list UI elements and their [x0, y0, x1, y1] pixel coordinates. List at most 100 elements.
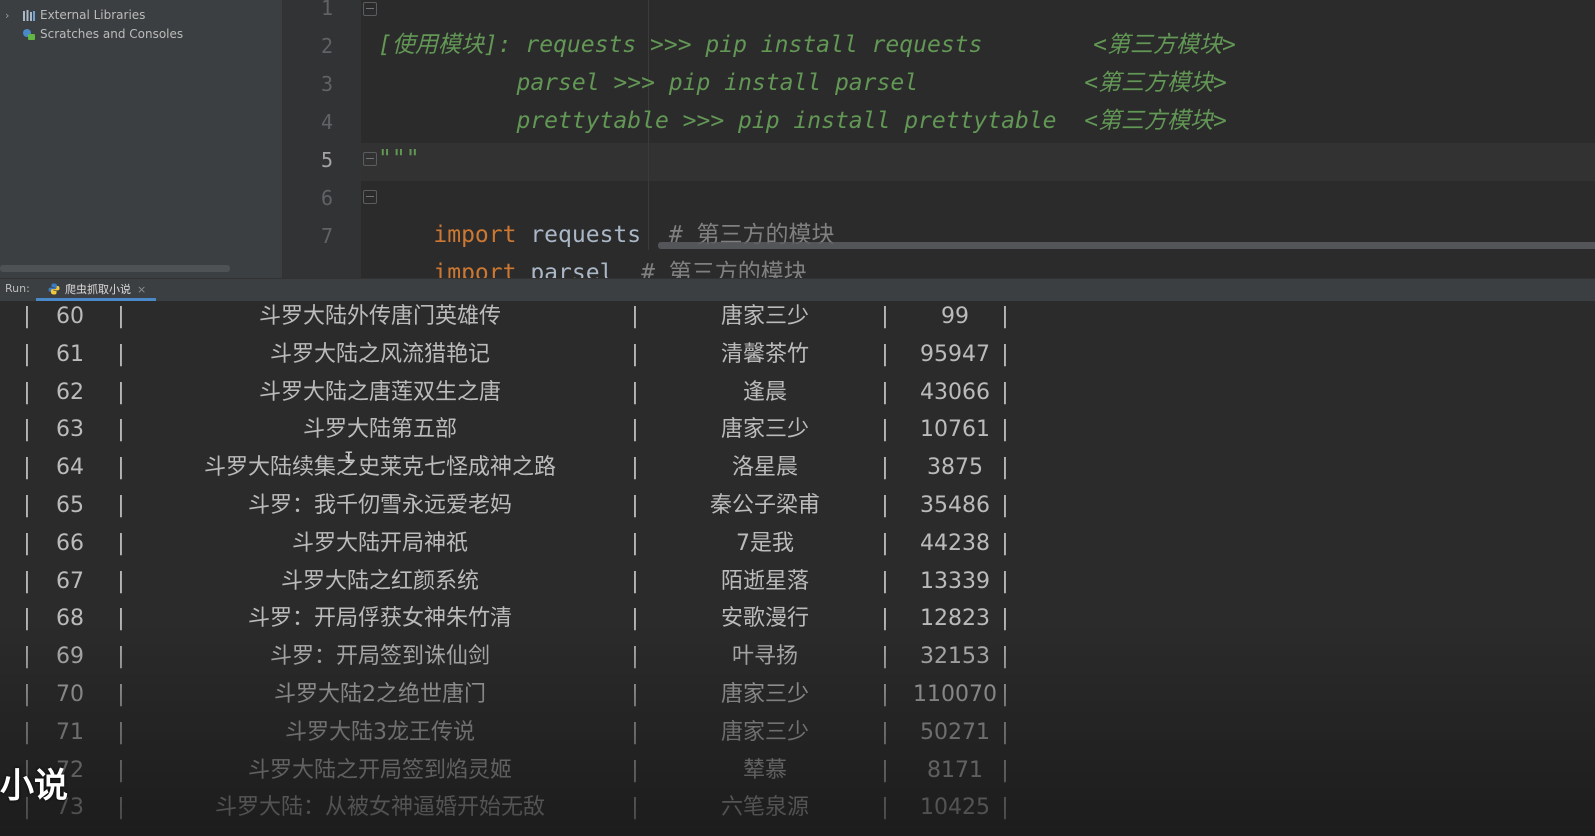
table-border: | [881, 795, 889, 821]
author-cell: 辇慕 [742, 757, 787, 783]
table-border: | [1001, 455, 1009, 481]
author-cell: 唐家三少 [720, 417, 809, 443]
table-border: | [23, 417, 31, 443]
code-line-5: """ [378, 146, 420, 172]
table-border: | [881, 417, 889, 443]
novel-title-cell: 斗罗大陆：从被女神逼婚开始无敌 [214, 795, 545, 821]
table-border: | [117, 417, 125, 443]
fold-collapse-icon[interactable] [363, 2, 377, 16]
row-index-cell: 65 [56, 493, 84, 518]
author-cell: 叶寻扬 [731, 644, 798, 670]
row-index-cell: 67 [56, 568, 84, 594]
table-row: | 60 | 斗罗大陆外传唐门英雄传 | 唐家三少 | 99 | [0, 301, 1100, 336]
table-border: | [23, 455, 31, 481]
row-index-cell: 66 [56, 530, 84, 556]
code-line-1: """ [378, 0, 420, 16]
run-console-output[interactable]: | 60 | 斗罗大陆外传唐门英雄传 | 唐家三少 | 99 | | 61 | 斗罗大陆之风流猎艳记 | 清… [0, 301, 1595, 836]
run-tab-label: 爬虫抓取小说 [65, 283, 131, 296]
novel-title-cell: 斗罗大陆3龙王传说 [285, 719, 475, 745]
table-border: | [1001, 795, 1009, 821]
author-cell: 唐家三少 [720, 304, 809, 329]
author-cell: 秦公子梁甫 [709, 493, 820, 518]
code-editor[interactable]: 1 2 3 4 5 6 7 """ [使用模块]: requests >>> p… [283, 0, 1595, 278]
table-border: | [631, 719, 639, 745]
table-row: | 68 | 斗罗：开局俘获女神朱竹清 | 安歌漫行 | 12823 | [0, 600, 1100, 638]
table-border: | [23, 644, 31, 670]
table-border: | [1001, 304, 1009, 329]
table-border: | [631, 795, 639, 821]
editor-horizontal-scrollbar[interactable] [658, 242, 1595, 249]
table-border: | [117, 644, 125, 670]
identifier: parsel [516, 260, 642, 278]
table-border: | [631, 757, 639, 783]
close-icon[interactable]: × [137, 283, 146, 296]
book-id-cell: 13339 [920, 568, 990, 594]
table-border: | [117, 568, 125, 594]
book-id-cell: 95947 [920, 341, 990, 367]
book-id-cell: 10425 [920, 795, 990, 821]
table-row: | 66 | 斗罗大陆开局神祇 | 7是我 | 44238 | [0, 525, 1100, 563]
author-cell: 逢晨 [742, 379, 787, 405]
table-border: | [1001, 644, 1009, 670]
table-border: | [881, 719, 889, 745]
row-index-cell: 71 [56, 719, 84, 745]
author-cell: 洛星晨 [731, 455, 798, 481]
project-root-row-partial[interactable] [0, 0, 282, 2]
book-id-cell: 8171 [927, 757, 983, 783]
table-row: | 67 | 斗罗大陆之红颜系统 | 陌逝星落 | 13339 | [0, 563, 1100, 601]
table-border: | [881, 568, 889, 594]
author-cell: 六笔泉源 [720, 795, 809, 821]
table-border: | [1001, 493, 1009, 518]
table-border: | [1001, 757, 1009, 783]
run-tab[interactable]: 爬虫抓取小说 × [36, 279, 157, 301]
row-index-cell: 69 [56, 644, 84, 670]
table-border: | [1001, 606, 1009, 632]
table-border: | [117, 682, 125, 707]
project-horizontal-scrollbar[interactable] [0, 265, 230, 272]
fold-collapse-icon[interactable] [363, 152, 377, 166]
table-border: | [631, 304, 639, 329]
novel-title-cell: 斗罗大陆外传唐门英雄传 [258, 304, 501, 329]
line-number: 4 [320, 110, 333, 134]
author-cell: 陌逝星落 [720, 568, 809, 594]
table-border: | [1001, 417, 1009, 443]
table-border: | [23, 568, 31, 594]
tree-item-external-libraries[interactable]: › External Libraries [0, 6, 282, 25]
row-index-cell: 68 [56, 606, 84, 632]
book-id-cell: 3875 [927, 455, 983, 481]
table-border: | [881, 606, 889, 632]
table-border: | [117, 757, 125, 783]
tree-item-label: Scratches and Consoles [40, 27, 184, 41]
table-border: | [117, 493, 125, 518]
line-number: 6 [320, 186, 333, 210]
table-row: | 73 | 斗罗大陆：从被女神逼婚开始无敌 | 六笔泉源 | 10425 | [0, 789, 1100, 827]
fold-collapse-icon[interactable] [363, 190, 377, 204]
tree-item-scratches[interactable]: Scratches and Consoles [0, 25, 282, 44]
book-id-cell: 43066 [920, 379, 990, 405]
keyword: import [433, 260, 517, 278]
table-row: | 61 | 斗罗大陆之风流猎艳记 | 清馨茶竹 | 95947 | [0, 336, 1100, 374]
table-border: | [23, 719, 31, 745]
table-border: | [631, 568, 639, 594]
row-index-cell: 60 [56, 304, 84, 329]
table-border: | [23, 530, 31, 556]
table-row: | 72 | 斗罗大陆之开局签到焰灵姬 | 辇慕 | 8171 | [0, 752, 1100, 790]
novel-title-cell: 斗罗大陆2之绝世唐门 [274, 682, 486, 707]
line-number: 1 [320, 0, 333, 20]
novel-title-cell: 斗罗：开局签到诛仙剑 [269, 644, 490, 670]
book-id-cell: 44238 [920, 530, 990, 556]
table-border: | [23, 341, 31, 367]
table-border: | [631, 493, 639, 518]
novel-title-cell: 斗罗大陆第五部 [302, 417, 457, 443]
code-line-3: parsel >>> pip install parsel <第三方模块> [378, 70, 1227, 96]
project-tool-window: › External Libraries Scratches and Conso… [0, 0, 283, 278]
table-border: | [631, 606, 639, 632]
table-border: | [881, 455, 889, 481]
table-row: | 64 | 斗罗大陆续集之史莱克七怪成神之路 | 洛星晨 | 3875 | [0, 449, 1100, 487]
row-index-cell: 62 [56, 379, 84, 405]
line-number: 2 [320, 34, 333, 58]
current-line-highlight [361, 143, 1595, 181]
book-id-cell: 35486 [920, 493, 990, 518]
table-border: | [117, 304, 125, 329]
chevron-right-icon[interactable]: › [5, 6, 9, 25]
